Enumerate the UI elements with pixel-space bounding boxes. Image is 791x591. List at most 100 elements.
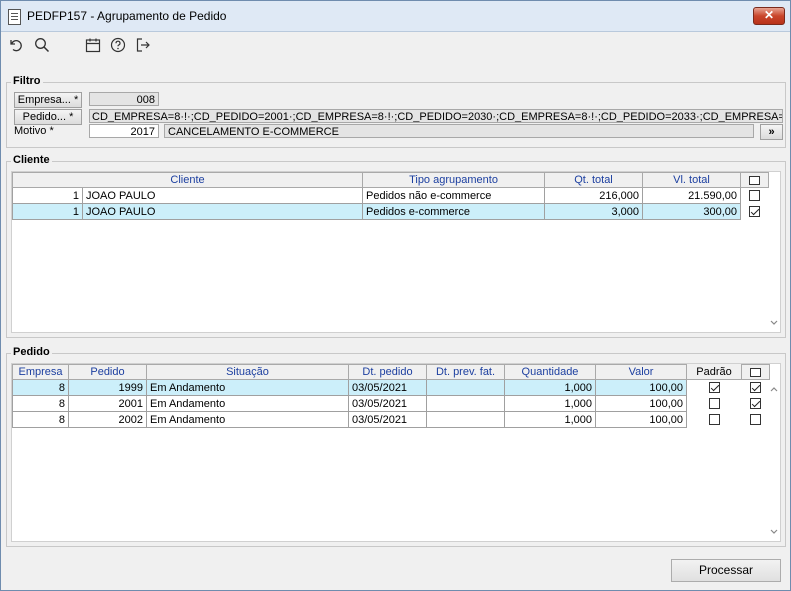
pedido-lookup-button[interactable]: Pedido... * [14,109,82,125]
scroll-down-icon[interactable] [769,527,779,537]
col-select-all[interactable] [741,364,770,380]
processar-button[interactable]: Processar [671,559,781,582]
pedido-field[interactable]: CD_EMPRESA=8·!·;CD_PEDIDO=2001·;CD_EMPRE… [89,109,783,123]
valor-cell: 100,00 [595,395,687,412]
table-row[interactable]: 1 JOAO PAULO Pedidos não e-commerce 216,000… [12,187,769,204]
padrao-cell [686,379,742,396]
close-button[interactable]: ✕ [753,7,785,25]
table-row[interactable]: 8 1999 Em Andamento 03/05/2021 1,000 100,00 [12,379,770,396]
dt-pedido-cell: 03/05/2021 [348,395,427,412]
pedido-legend: Pedido [11,346,52,358]
cliente-code-cell: 1 [12,203,83,220]
motivo-label: Motivo * [14,125,54,137]
search-icon[interactable] [33,36,51,54]
undo-icon[interactable] [7,36,25,54]
pedido-cell: 2002 [68,411,147,428]
pedido-cell: 1999 [68,379,147,396]
padrao-checkbox[interactable] [708,398,720,410]
filtro-group: Filtro Empresa... * 008 Pedido... * CD_E… [6,75,786,148]
select-cell [741,411,770,428]
calendar-icon[interactable] [84,36,102,54]
col-situacao[interactable]: Situação [146,364,349,380]
filtro-legend: Filtro [11,75,43,87]
dt-prev-fat-cell [426,395,505,412]
quantidade-cell: 1,000 [504,395,596,412]
row-checkbox[interactable] [750,398,761,410]
col-tipo-agrupamento[interactable]: Tipo agrupamento [362,172,545,188]
situacao-cell: Em Andamento [146,395,349,412]
situacao-cell: Em Andamento [146,411,349,428]
document-icon [8,9,21,25]
col-padrao[interactable]: Padrão [686,364,742,380]
col-quantidade[interactable]: Quantidade [504,364,596,380]
window-title: PEDFP157 - Agrupamento de Pedido [27,9,227,23]
qt-total-cell: 3,000 [544,203,643,220]
select-all-icon [750,367,761,377]
table-row[interactable]: 1 JOAO PAULO Pedidos e-commerce 3,000 300,00 [12,203,769,220]
table-row[interactable]: 8 2001 Em Andamento 03/05/2021 1,000 100,00 [12,395,770,412]
quantidade-cell: 1,000 [504,379,596,396]
exit-icon[interactable] [134,36,152,54]
pedido-grid: Empresa Pedido Situação Dt. pedido Dt. p… [11,363,781,542]
scroll-down-icon[interactable] [769,318,779,328]
pedido-table: Empresa Pedido Situação Dt. pedido Dt. p… [12,364,770,428]
padrao-checkbox[interactable] [708,414,720,426]
valor-cell: 100,00 [595,379,687,396]
empresa-lookup-button[interactable]: Empresa... * [14,92,82,108]
col-valor[interactable]: Valor [595,364,687,380]
title-bar: PEDFP157 - Agrupamento de Pedido ✕ [1,1,790,32]
scroll-up-icon[interactable] [769,384,779,394]
col-dt-prev-fat[interactable]: Dt. prev. fat. [426,364,505,380]
empresa-field[interactable]: 008 [89,92,159,106]
dt-prev-fat-cell [426,379,505,396]
cliente-name-cell: JOAO PAULO [82,187,363,204]
cliente-code-cell: 1 [12,187,83,204]
table-row[interactable]: 8 2002 Em Andamento 03/05/2021 1,000 100,00 [12,411,770,428]
col-qt-total[interactable]: Qt. total [544,172,643,188]
cliente-table: Cliente Tipo agrupamento Qt. total Vl. t… [12,172,769,220]
tipo-agrupamento-cell: Pedidos não e-commerce [362,187,545,204]
dt-pedido-cell: 03/05/2021 [348,379,427,396]
row-checkbox[interactable] [750,382,761,394]
cliente-legend: Cliente [11,154,52,166]
valor-cell: 100,00 [595,411,687,428]
cliente-grid: Cliente Tipo agrupamento Qt. total Vl. t… [11,171,781,333]
pedido-cell: 2001 [68,395,147,412]
select-cell [740,187,769,204]
col-cliente[interactable]: Cliente [12,172,363,188]
col-select-all[interactable] [740,172,769,188]
dt-prev-fat-cell [426,411,505,428]
row-checkbox[interactable] [749,190,760,202]
row-checkbox[interactable] [750,414,761,426]
empresa-cell: 8 [12,411,69,428]
motivo-code-field[interactable]: 2017 [89,124,159,138]
padrao-cell [686,411,742,428]
tipo-agrupamento-cell: Pedidos e-commerce [362,203,545,220]
toolbar [1,32,790,60]
select-cell [740,203,769,220]
pedido-group: Pedido Empresa Pedido Situação Dt. pedid… [6,346,786,547]
col-dt-pedido[interactable]: Dt. pedido [348,364,427,380]
row-checkbox[interactable] [749,206,760,218]
motivo-expand-button[interactable]: » [760,124,783,140]
select-all-icon [749,175,760,185]
situacao-cell: Em Andamento [146,379,349,396]
col-vl-total[interactable]: Vl. total [642,172,741,188]
vl-total-cell: 300,00 [642,203,741,220]
qt-total-cell: 216,000 [544,187,643,204]
dt-pedido-cell: 03/05/2021 [348,411,427,428]
padrao-checkbox[interactable] [708,382,720,394]
cliente-group: Cliente Cliente Tipo agrupamento Qt. tot… [6,154,786,338]
select-cell [741,379,770,396]
empresa-cell: 8 [12,395,69,412]
padrao-cell [686,395,742,412]
motivo-description-field: CANCELAMENTO E-COMMERCE [164,124,754,138]
cliente-name-cell: JOAO PAULO [82,203,363,220]
col-pedido[interactable]: Pedido [68,364,147,380]
main-window: PEDFP157 - Agrupamento de Pedido ✕ Filtr… [0,0,791,591]
empresa-cell: 8 [12,379,69,396]
col-empresa[interactable]: Empresa [12,364,69,380]
vl-total-cell: 21.590,00 [642,187,741,204]
quantidade-cell: 1,000 [504,411,596,428]
help-icon[interactable] [109,36,127,54]
